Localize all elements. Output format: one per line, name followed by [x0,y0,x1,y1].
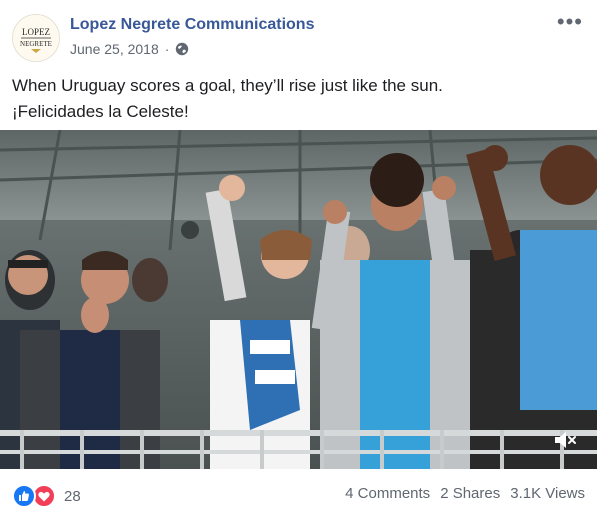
page-name-link[interactable]: Lopez Negrete Communications [70,16,314,34]
globe-icon[interactable] [175,42,189,56]
facebook-post: LOPEZ NEGRETE Lopez Negrete Communicatio… [0,0,597,521]
reaction-count: 28 [64,487,81,505]
like-icon [12,484,36,508]
post-date[interactable]: June 25, 2018 [70,41,159,57]
post-header: LOPEZ NEGRETE Lopez Negrete Communicatio… [12,11,587,64]
svg-text:LOPEZ: LOPEZ [22,27,50,37]
post-meta: June 25, 2018 · [70,41,189,57]
shares-link[interactable]: 2 Shares [440,485,500,502]
engagement-stats: 4 Comments 2 Shares 3.1K Views [345,485,585,502]
video-player[interactable] [0,130,597,469]
lopez-negrete-logo: LOPEZ NEGRETE [13,15,59,61]
reactions-summary[interactable]: 28 [12,484,81,508]
mute-icon[interactable] [553,429,579,451]
views-count: 3.1K Views [510,485,585,502]
svg-text:NEGRETE: NEGRETE [20,40,52,48]
post-footer: 28 4 Comments 2 Shares 3.1K Views [12,478,585,510]
stadium-crowd-scene [0,130,597,469]
comments-link[interactable]: 4 Comments [345,485,430,502]
page-avatar[interactable]: LOPEZ NEGRETE [12,14,60,62]
meta-separator: · [164,41,170,57]
post-text-line: When Uruguay scores a goal, they’ll rise… [12,76,443,95]
post-text: When Uruguay scores a goal, they’ll rise… [12,73,582,125]
post-text-line: ¡Felicidades la Celeste! [12,102,189,121]
more-options-icon[interactable]: ••• [557,11,583,33]
